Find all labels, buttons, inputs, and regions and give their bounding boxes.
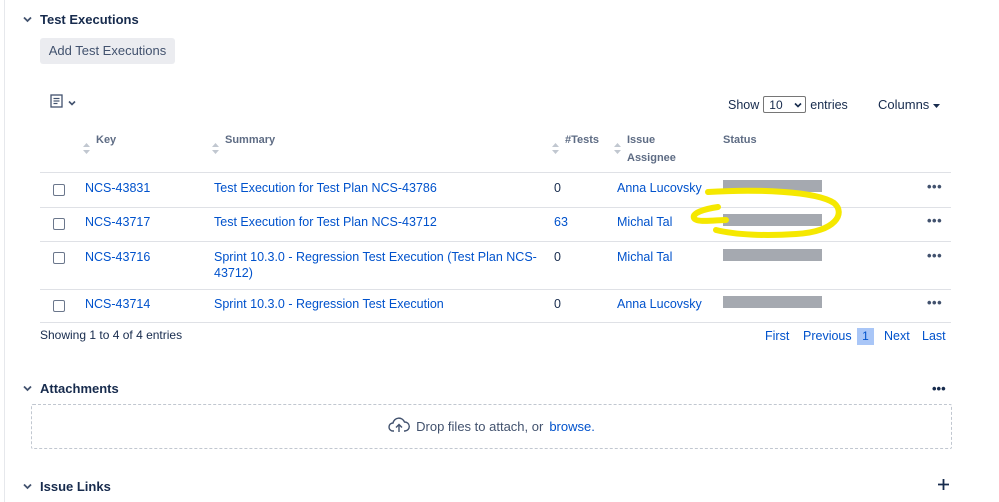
- plus-icon[interactable]: [937, 478, 950, 491]
- assignee-link[interactable]: Michal Tal: [617, 249, 672, 265]
- more-icon[interactable]: •••: [927, 213, 942, 228]
- issue-key-link[interactable]: NCS-43716: [85, 249, 150, 265]
- row-checkbox[interactable]: [53, 252, 65, 264]
- summary-link[interactable]: Sprint 10.3.0 - Regression Test Executio…: [214, 296, 444, 312]
- assignee-link[interactable]: Michal Tal: [617, 214, 672, 230]
- assignee-header-line2: Assignee: [627, 152, 676, 164]
- issue-links-header[interactable]: Issue Links: [22, 479, 111, 494]
- column-header-status[interactable]: Status: [723, 131, 757, 149]
- section-title: Attachments: [40, 381, 119, 396]
- chevron-down-icon: [794, 98, 802, 112]
- sort-icon[interactable]: [212, 142, 219, 155]
- pager-first[interactable]: First: [765, 329, 789, 343]
- tests-count: 0: [554, 250, 561, 264]
- status-bar-redacted: [723, 296, 822, 308]
- column-picker-icon: [50, 94, 65, 111]
- summary-line2: 43712): [214, 266, 253, 280]
- cloud-upload-icon: [388, 417, 411, 436]
- more-icon[interactable]: •••: [927, 295, 942, 310]
- section-title: Issue Links: [40, 479, 111, 494]
- pager-current-page[interactable]: 1: [857, 328, 874, 345]
- issue-key-link[interactable]: NCS-43831: [85, 180, 150, 196]
- more-icon[interactable]: •••: [927, 248, 942, 263]
- left-border: [4, 0, 5, 502]
- row-checkbox[interactable]: [53, 218, 65, 230]
- column-header-summary[interactable]: Summary: [225, 131, 275, 149]
- highlight-annotation: [690, 187, 842, 238]
- tests-count: 0: [554, 181, 561, 195]
- column-header-tests[interactable]: #Tests: [565, 131, 599, 149]
- caret-down-icon: [933, 97, 941, 112]
- chevron-down-icon[interactable]: [22, 383, 33, 394]
- section-title: Test Executions: [40, 12, 139, 27]
- chevron-down-icon: [68, 96, 76, 110]
- page-size-control: Show 10 entries: [728, 96, 848, 113]
- test-executions-header[interactable]: Test Executions: [22, 12, 139, 27]
- pager-next[interactable]: Next: [884, 329, 910, 343]
- showing-entries-text: Showing 1 to 4 of 4 entries: [40, 328, 183, 342]
- columns-button[interactable]: Columns: [878, 97, 941, 112]
- tests-count-link[interactable]: 63: [554, 214, 568, 230]
- column-header-key[interactable]: Key: [96, 131, 116, 149]
- status-bar-redacted: [723, 249, 822, 261]
- row-checkbox[interactable]: [53, 184, 65, 196]
- summary-link[interactable]: Test Execution for Test Plan NCS-43712: [214, 214, 437, 230]
- row-checkbox[interactable]: [53, 300, 65, 312]
- more-icon[interactable]: •••: [927, 179, 942, 194]
- row-divider: [40, 322, 951, 323]
- assignee-link[interactable]: Anna Lucovsky: [617, 296, 702, 312]
- chevron-down-icon[interactable]: [22, 14, 33, 25]
- show-label: Show: [728, 97, 760, 112]
- columns-label: Columns: [878, 97, 930, 112]
- add-test-executions-button[interactable]: Add Test Executions: [40, 38, 175, 64]
- chevron-down-icon[interactable]: [22, 481, 33, 492]
- pager-previous[interactable]: Previous: [803, 329, 852, 343]
- page-size-value: 10: [769, 97, 783, 112]
- summary-link[interactable]: Test Execution for Test Plan NCS-43786: [214, 180, 437, 196]
- page-size-select[interactable]: 10: [763, 96, 807, 113]
- assignee-header-line1: Issue: [627, 134, 656, 146]
- attachment-dropzone[interactable]: Drop files to attach, or browse.: [31, 404, 952, 449]
- table-row[interactable]: NCS-43716 Sprint 10.3.0 - Regression Tes…: [40, 242, 951, 289]
- table-row[interactable]: NCS-43714 Sprint 10.3.0 - Regression Tes…: [40, 290, 951, 322]
- issue-key-link[interactable]: NCS-43717: [85, 214, 150, 230]
- summary-link[interactable]: Sprint 10.3.0 - Regression Test Executio…: [214, 249, 537, 281]
- column-header-assignee[interactable]: Issue Assignee: [627, 131, 676, 167]
- attachments-header[interactable]: Attachments: [22, 381, 119, 396]
- sort-icon[interactable]: [83, 142, 90, 155]
- pager-last[interactable]: Last: [922, 329, 946, 343]
- drop-text: Drop files to attach, or: [416, 419, 544, 434]
- column-picker[interactable]: [50, 94, 76, 111]
- tests-count: 0: [554, 297, 561, 311]
- entries-label: entries: [810, 97, 848, 112]
- issue-key-link[interactable]: NCS-43714: [85, 296, 150, 312]
- sort-icon[interactable]: [614, 142, 621, 155]
- more-icon[interactable]: •••: [932, 381, 946, 396]
- sort-icon[interactable]: [552, 142, 559, 155]
- summary-line1: Sprint 10.3.0 - Regression Test Executio…: [214, 250, 537, 264]
- browse-link[interactable]: browse.: [549, 419, 595, 434]
